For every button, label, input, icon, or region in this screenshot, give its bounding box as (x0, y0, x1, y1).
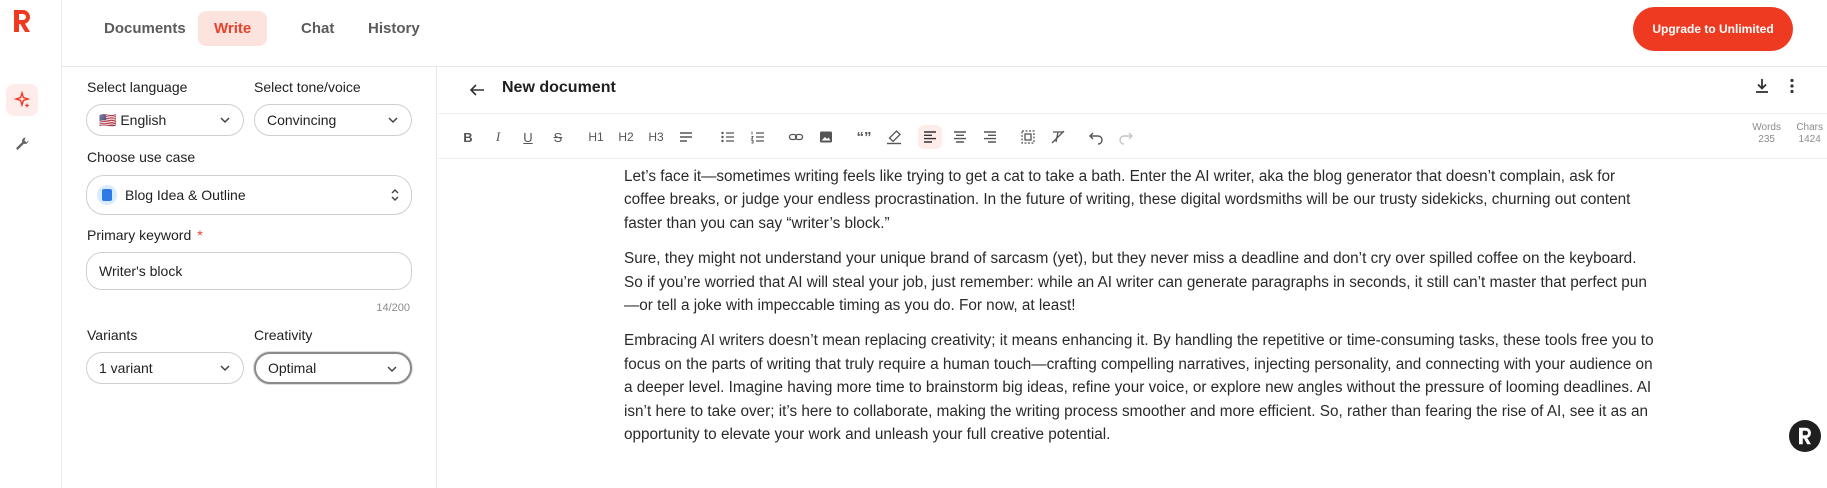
variants-label: Variants (87, 327, 138, 343)
highlight-button[interactable] (882, 125, 906, 149)
app-logo-icon (1799, 427, 1811, 445)
tab-documents[interactable]: Documents (88, 11, 202, 46)
creativity-value: Optimal (268, 360, 317, 376)
format-toolbar: B I U S H1 H2 H3 “” Words 235 Chars 1424 (438, 113, 1827, 159)
variants-value: 1 variant (99, 360, 153, 376)
top-nav: Documents Write Chat History Upgrade to … (62, 0, 1827, 56)
link-button[interactable] (784, 125, 808, 149)
keyword-label-text: Primary keyword (87, 227, 192, 243)
paragraph-icon (680, 132, 692, 142)
tone-select[interactable]: Convincing (254, 104, 412, 136)
paragraph-button[interactable] (674, 125, 698, 149)
redo-icon (1119, 132, 1133, 145)
redo-button[interactable] (1114, 125, 1138, 149)
clear-format-icon (1051, 130, 1065, 144)
select-all-button[interactable] (1016, 125, 1040, 149)
char-count-value: 1424 (1798, 134, 1821, 145)
keyword-label: Primary keyword * (87, 227, 203, 243)
required-marker: * (197, 227, 203, 243)
bullet-list-icon (721, 131, 734, 143)
highlighter-icon (887, 130, 901, 145)
align-left-icon (924, 131, 936, 143)
align-right-button[interactable] (978, 125, 1002, 149)
tab-chat[interactable]: Chat (285, 11, 350, 46)
image-icon (820, 131, 832, 143)
chevron-down-icon (220, 365, 230, 372)
paragraph[interactable]: Embracing AI writers doesn’t mean replac… (624, 329, 1654, 446)
align-left-button[interactable] (918, 125, 942, 149)
rail-write-button[interactable] (6, 84, 38, 116)
document-header: New document (438, 67, 1827, 113)
document-editor: New document B I U S H1 H2 H3 “” Words 2… (438, 66, 1827, 488)
italic-button[interactable]: I (486, 125, 510, 149)
assistant-launcher-button[interactable] (1789, 420, 1821, 452)
word-count: Words 235 (1752, 122, 1781, 146)
app-window: Documents Write Chat History Upgrade to … (0, 0, 1827, 488)
chevron-down-icon (220, 117, 230, 124)
language-label: Select language (87, 79, 188, 95)
keyword-input[interactable]: Writer's block (86, 252, 412, 290)
bullet-list-button[interactable] (716, 125, 740, 149)
variants-select[interactable]: 1 variant (86, 352, 244, 384)
image-button[interactable] (814, 125, 838, 149)
document-icon (97, 185, 117, 205)
keyword-value: Writer's block (99, 263, 183, 279)
link-icon (788, 133, 804, 141)
char-count: Chars 1424 (1796, 122, 1823, 146)
select-box-icon (1021, 130, 1035, 144)
heading1-button[interactable]: H1 (584, 125, 608, 149)
usecase-label: Choose use case (87, 149, 196, 165)
usecase-value: Blog Idea & Outline (125, 187, 246, 203)
language-select[interactable]: 🇺🇸 English (86, 104, 244, 136)
char-count-label: Chars (1796, 122, 1823, 133)
rail-tools-button[interactable] (6, 128, 38, 160)
settings-panel: Select language Select tone/voice 🇺🇸 Eng… (62, 66, 437, 488)
document-title[interactable]: New document (502, 79, 616, 97)
paragraph[interactable]: Sure, they might not understand your uni… (624, 247, 1654, 317)
numbered-list-icon (750, 131, 764, 144)
app-logo[interactable] (10, 8, 34, 34)
tone-label: Select tone/voice (254, 79, 361, 95)
undo-icon (1089, 132, 1103, 145)
upgrade-button[interactable]: Upgrade to Unlimited (1633, 7, 1793, 51)
numbered-list-button[interactable] (746, 125, 770, 149)
chevron-down-icon (388, 117, 398, 124)
bold-button[interactable]: B (456, 125, 480, 149)
paragraph[interactable]: Let’s face it—sometimes writing feels li… (624, 165, 1654, 235)
undo-button[interactable] (1084, 125, 1108, 149)
word-count-value: 235 (1758, 134, 1775, 145)
underline-button[interactable]: U (516, 125, 540, 149)
creativity-label: Creativity (254, 327, 313, 343)
chevron-down-icon (387, 366, 397, 373)
arrow-left-icon[interactable] (468, 81, 486, 99)
clear-format-button[interactable] (1046, 125, 1070, 149)
tab-history[interactable]: History (352, 11, 436, 46)
align-center-button[interactable] (948, 125, 972, 149)
left-rail (0, 0, 62, 488)
heading3-button[interactable]: H3 (644, 125, 668, 149)
wrench-icon (16, 137, 29, 150)
tab-write[interactable]: Write (198, 11, 268, 46)
heading2-button[interactable]: H2 (614, 125, 638, 149)
document-body[interactable]: Let’s face it—sometimes writing feels li… (624, 165, 1654, 458)
creativity-select[interactable]: Optimal (254, 352, 412, 384)
download-icon[interactable] (1753, 77, 1771, 95)
sparkles-icon (13, 91, 31, 108)
strikethrough-button[interactable]: S (546, 125, 570, 149)
align-right-icon (984, 131, 996, 143)
tone-value: Convincing (267, 112, 337, 128)
keyword-counter: 14/200 (376, 302, 410, 314)
quote-button[interactable]: “” (852, 125, 876, 149)
chevron-updown-icon (391, 189, 399, 201)
word-count-label: Words (1752, 122, 1781, 133)
more-vertical-icon[interactable] (1783, 77, 1801, 95)
usecase-select[interactable]: Blog Idea & Outline (86, 175, 412, 215)
align-center-icon (954, 131, 966, 143)
language-value: 🇺🇸 English (99, 111, 167, 128)
